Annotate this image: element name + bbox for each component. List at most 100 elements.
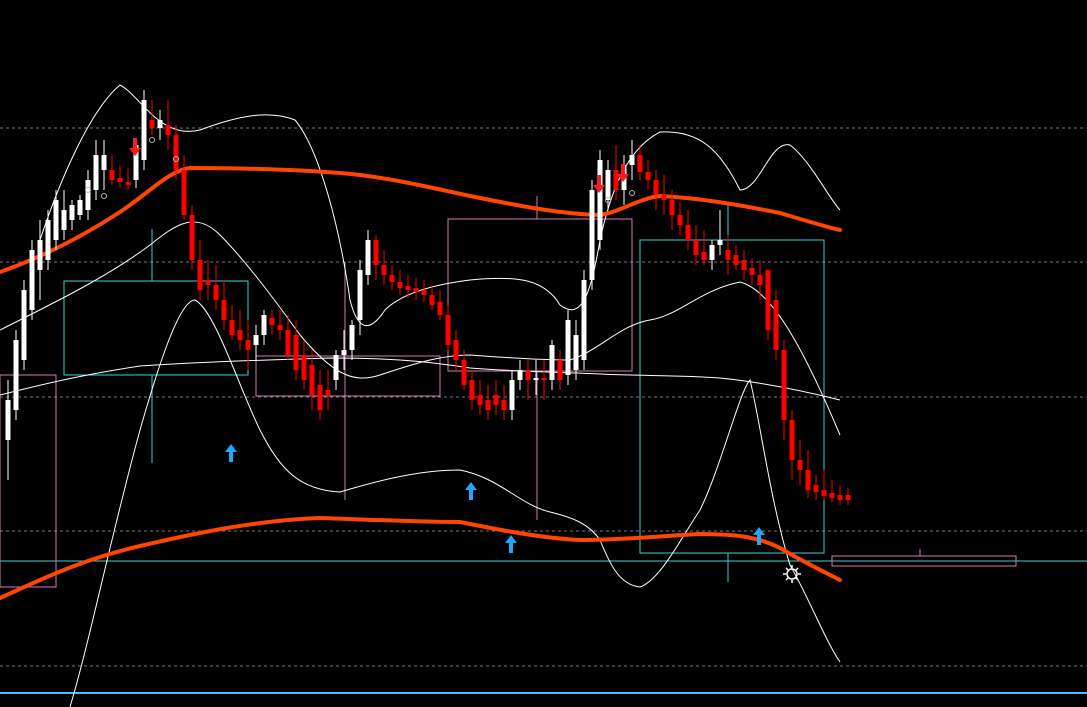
candle-body bbox=[637, 155, 643, 172]
candle-body bbox=[685, 225, 691, 240]
candle-body bbox=[581, 280, 587, 360]
candle-body bbox=[645, 172, 651, 180]
candle-body bbox=[389, 275, 395, 282]
candle-body bbox=[293, 335, 299, 370]
price-chart[interactable] bbox=[0, 0, 1087, 707]
candle-body bbox=[109, 170, 115, 180]
candle-body bbox=[557, 360, 563, 380]
candle-body bbox=[213, 285, 219, 300]
candle-body bbox=[237, 330, 243, 340]
candle-body bbox=[445, 315, 451, 345]
candle-body bbox=[781, 350, 787, 420]
candle-body bbox=[221, 300, 227, 320]
candle-body bbox=[53, 200, 59, 240]
candle-body bbox=[357, 270, 363, 320]
candle-body bbox=[253, 335, 259, 345]
candle-body bbox=[797, 460, 803, 470]
candle-body bbox=[485, 400, 491, 410]
candle-body bbox=[365, 240, 371, 275]
candle-body bbox=[733, 255, 739, 265]
candle-body bbox=[173, 135, 179, 170]
candle-body bbox=[301, 355, 307, 380]
candle-body bbox=[589, 190, 595, 280]
candle-body bbox=[709, 245, 715, 260]
candle-body bbox=[309, 365, 315, 395]
candle-body bbox=[45, 220, 51, 260]
candle-body bbox=[149, 120, 155, 128]
candle-body bbox=[525, 370, 531, 380]
candle-body bbox=[789, 420, 795, 460]
candle-body bbox=[821, 490, 827, 496]
candle-body bbox=[533, 378, 539, 380]
candle-body bbox=[165, 125, 171, 135]
candle-body bbox=[813, 485, 819, 492]
candle-body bbox=[669, 200, 675, 215]
candle-body bbox=[653, 180, 659, 195]
candle-body bbox=[453, 340, 459, 360]
chart-root bbox=[0, 0, 1087, 707]
candle-body bbox=[125, 182, 131, 185]
candle-body bbox=[285, 330, 291, 355]
candle-body bbox=[341, 350, 347, 355]
candle-body bbox=[677, 215, 683, 225]
candle-body bbox=[381, 265, 387, 275]
candle-body bbox=[13, 340, 19, 410]
candle-body bbox=[829, 493, 835, 498]
candle-body bbox=[261, 315, 267, 335]
candle-body bbox=[565, 320, 571, 375]
candle-body bbox=[29, 250, 35, 310]
candle-body bbox=[693, 240, 699, 255]
candle-body bbox=[189, 215, 195, 260]
candle-body bbox=[573, 335, 579, 370]
candle-body bbox=[741, 260, 747, 270]
candle-body bbox=[37, 240, 43, 270]
candle-body bbox=[181, 170, 187, 215]
candle-body bbox=[461, 360, 467, 385]
candle-body bbox=[413, 288, 419, 292]
candle-body bbox=[845, 495, 851, 500]
candle-body bbox=[229, 320, 235, 335]
candle-body bbox=[349, 325, 355, 350]
candle-body bbox=[325, 390, 331, 395]
candle-body bbox=[805, 470, 811, 490]
candle-body bbox=[549, 345, 555, 380]
candle-body bbox=[517, 370, 523, 380]
candle-body bbox=[509, 380, 515, 410]
candle-body bbox=[725, 250, 731, 260]
candle-body bbox=[245, 340, 251, 350]
candle-body bbox=[101, 155, 107, 170]
candle-body bbox=[77, 200, 83, 215]
candle-body bbox=[661, 195, 667, 200]
candle-body bbox=[773, 300, 779, 350]
candle-body bbox=[597, 160, 603, 240]
candle-body bbox=[613, 170, 619, 190]
candle-body bbox=[269, 318, 275, 325]
candle-body bbox=[205, 280, 211, 285]
chart-background bbox=[0, 0, 1087, 707]
candle-body bbox=[477, 395, 483, 405]
candle-body bbox=[405, 286, 411, 290]
candle-body bbox=[493, 395, 499, 405]
candle-body bbox=[765, 270, 771, 330]
candle-body bbox=[21, 290, 27, 360]
candle-body bbox=[629, 155, 635, 165]
candle-body bbox=[61, 210, 67, 230]
candle-body bbox=[397, 282, 403, 288]
candle-body bbox=[749, 268, 755, 275]
candle-body bbox=[541, 378, 547, 380]
candle-body bbox=[5, 400, 11, 440]
candle-body bbox=[701, 252, 707, 260]
candle-body bbox=[93, 155, 99, 190]
candle-body bbox=[837, 495, 843, 500]
candle-body bbox=[317, 385, 323, 410]
candle-body bbox=[757, 275, 763, 285]
candle-body bbox=[157, 120, 163, 128]
candle-body bbox=[141, 100, 147, 160]
candle-body bbox=[373, 240, 379, 265]
candle-body bbox=[277, 325, 283, 330]
candle-body bbox=[85, 180, 91, 210]
candle-body bbox=[501, 400, 507, 410]
candle-body bbox=[69, 205, 75, 220]
candle-body bbox=[717, 240, 723, 245]
candle-body bbox=[117, 178, 123, 182]
